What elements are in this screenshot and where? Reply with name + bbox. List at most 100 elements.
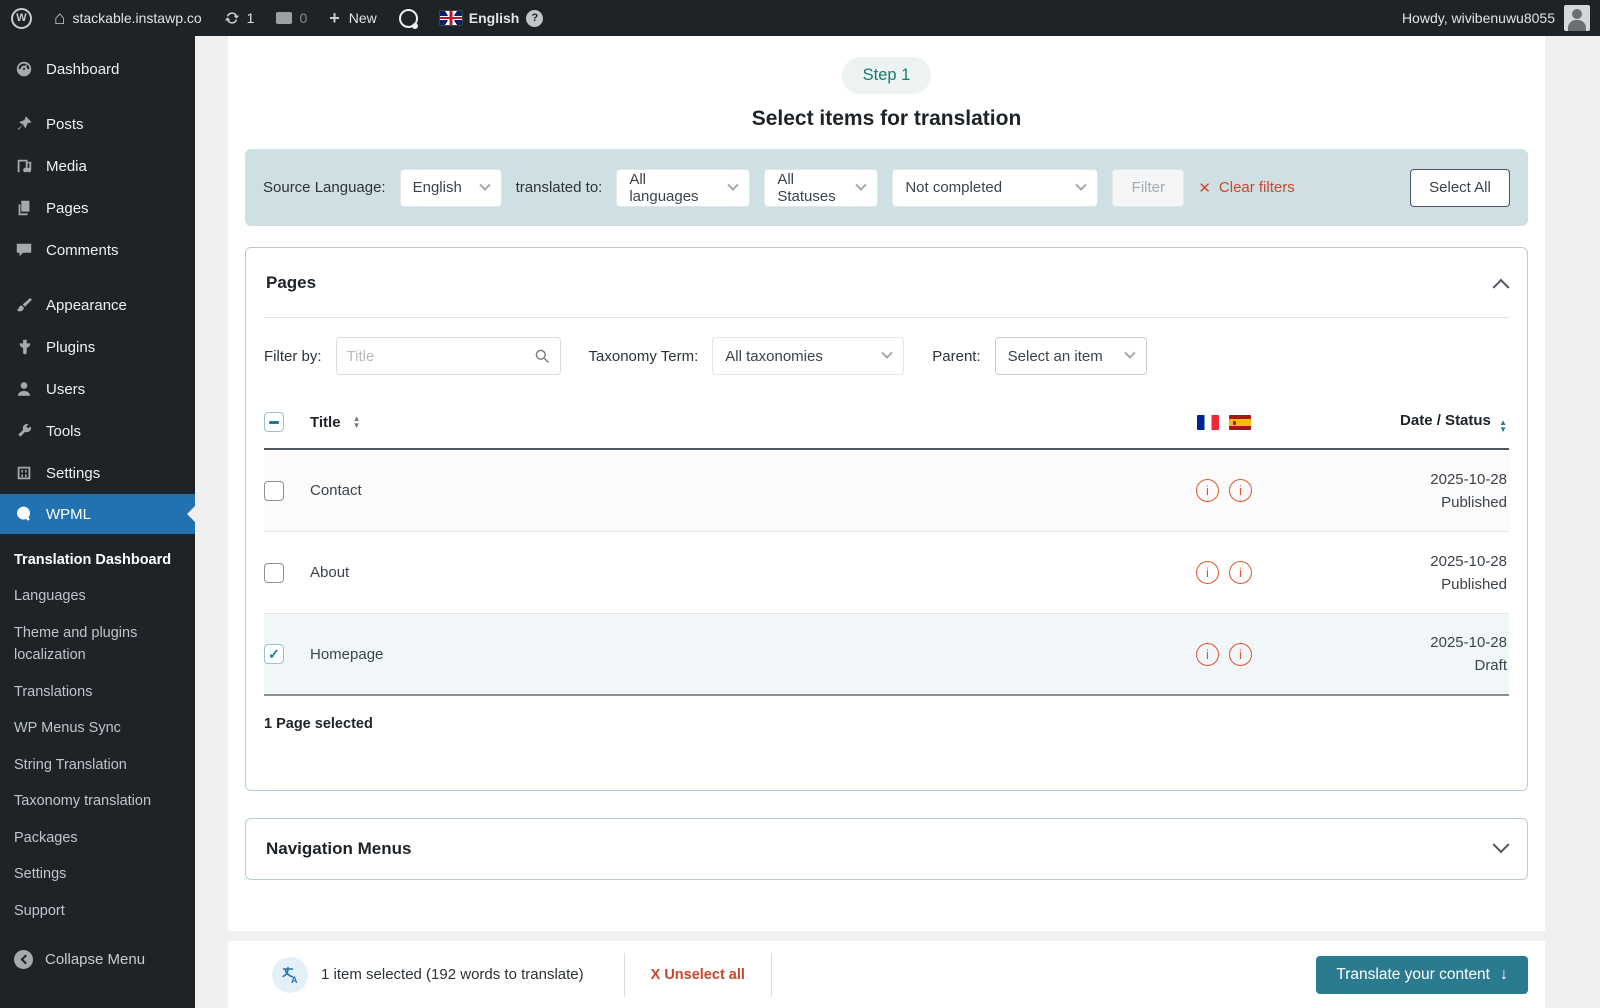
sidebar-item-pages[interactable]: Pages bbox=[0, 187, 195, 229]
pages-panel-title: Pages bbox=[266, 273, 316, 293]
status-cell: Published bbox=[1279, 494, 1507, 511]
sidebar-item-label: Media bbox=[46, 158, 87, 175]
status-cell: Draft bbox=[1279, 657, 1507, 674]
sidebar-item-wpml[interactable]: WPML bbox=[0, 494, 195, 534]
site-name-link[interactable]: ⌂ stackable.instawp.co bbox=[43, 0, 213, 36]
wp-logo-menu[interactable]: W bbox=[0, 0, 43, 36]
info-icon[interactable]: i bbox=[1229, 561, 1252, 584]
taxonomy-select[interactable]: All taxonomies bbox=[712, 337, 904, 375]
collapse-menu-button[interactable]: Collapse Menu bbox=[0, 939, 195, 980]
date-cell: 2025-10-28 bbox=[1279, 634, 1507, 651]
collapse-arrow-icon bbox=[14, 950, 33, 969]
sidebar-item-appearance[interactable]: Appearance bbox=[0, 284, 195, 326]
sidebar-item-media[interactable]: Media bbox=[0, 145, 195, 187]
row-checkbox[interactable] bbox=[264, 563, 284, 583]
sidebar-item-comments[interactable]: Comments bbox=[0, 229, 195, 271]
dashboard-icon bbox=[14, 59, 34, 79]
select-all-checkbox[interactable] bbox=[264, 412, 284, 432]
language-switcher[interactable]: English ? bbox=[429, 0, 555, 36]
submenu-translations[interactable]: Translations bbox=[0, 674, 195, 710]
row-checkbox[interactable] bbox=[264, 481, 284, 501]
chevron-down-icon bbox=[1076, 179, 1087, 190]
sidebar-item-users[interactable]: Users bbox=[0, 368, 195, 410]
submenu-settings[interactable]: Settings bbox=[0, 856, 195, 892]
clear-filters-link[interactable]: ✕ Clear filters bbox=[1198, 179, 1294, 197]
comments-link[interactable]: 0 bbox=[265, 0, 318, 36]
sidebar-item-settings[interactable]: Settings bbox=[0, 452, 195, 494]
info-icon[interactable]: i bbox=[1196, 643, 1219, 666]
translate-icon: A bbox=[272, 957, 308, 993]
chevron-down-icon bbox=[479, 179, 490, 190]
update-count: 1 bbox=[247, 10, 255, 26]
divider bbox=[624, 953, 625, 997]
collapse-menu-label: Collapse Menu bbox=[45, 951, 145, 968]
wrench-icon bbox=[14, 421, 34, 441]
row-checkbox[interactable]: ✓ bbox=[264, 644, 284, 664]
target-language-select[interactable]: All languages bbox=[616, 169, 750, 207]
submenu-theme-plugins-localization[interactable]: Theme and plugins localization bbox=[0, 615, 195, 674]
avatar[interactable] bbox=[1564, 5, 1590, 31]
translate-content-button[interactable]: Translate your content ↓ bbox=[1316, 956, 1528, 994]
filter-button[interactable]: Filter bbox=[1112, 169, 1184, 207]
navigation-menus-panel: Navigation Menus bbox=[245, 818, 1528, 880]
chevron-down-icon bbox=[856, 179, 867, 190]
submenu-packages[interactable]: Packages bbox=[0, 820, 195, 856]
submenu-taxonomy-translation[interactable]: Taxonomy translation bbox=[0, 783, 195, 819]
parent-select[interactable]: Select an item bbox=[995, 337, 1147, 375]
sidebar-item-posts[interactable]: Posts bbox=[0, 103, 195, 145]
submenu-string-translation[interactable]: String Translation bbox=[0, 747, 195, 783]
submenu-wp-menus-sync[interactable]: WP Menus Sync bbox=[0, 710, 195, 746]
sidebar-item-tools[interactable]: Tools bbox=[0, 410, 195, 452]
title-search-input[interactable] bbox=[347, 348, 526, 365]
page-title: Select items for translation bbox=[245, 107, 1528, 131]
info-icon[interactable]: i bbox=[1196, 479, 1219, 502]
parent-label: Parent: bbox=[932, 348, 980, 365]
sidebar-item-label: Appearance bbox=[46, 297, 127, 314]
admin-sidebar: Dashboard Posts Media Pages Comments App… bbox=[0, 36, 195, 1008]
pages-panel: Pages Filter by: Taxonomy Term: All taxo… bbox=[245, 247, 1528, 791]
collapse-panel-icon[interactable] bbox=[1493, 278, 1510, 295]
step-badge: Step 1 bbox=[842, 57, 932, 94]
update-icon bbox=[224, 10, 240, 26]
new-content-menu[interactable]: + New bbox=[318, 0, 388, 36]
svg-text:A: A bbox=[291, 975, 298, 985]
help-icon[interactable]: ? bbox=[526, 10, 543, 27]
info-icon[interactable]: i bbox=[1229, 643, 1252, 666]
status-select[interactable]: All Statuses bbox=[764, 169, 878, 207]
sidebar-item-label: Posts bbox=[46, 116, 84, 133]
arrow-down-icon: ↓ bbox=[1500, 966, 1508, 984]
sidebar-item-label: Users bbox=[46, 381, 85, 398]
info-icon[interactable]: i bbox=[1196, 561, 1219, 584]
new-label: New bbox=[349, 10, 377, 26]
submenu-languages[interactable]: Languages bbox=[0, 578, 195, 614]
source-language-select[interactable]: English bbox=[400, 169, 502, 207]
admin-bar: W ⌂ stackable.instawp.co 1 0 + New Engli… bbox=[0, 0, 1600, 36]
pages-icon bbox=[14, 198, 34, 218]
brush-icon bbox=[14, 295, 34, 315]
updates-link[interactable]: 1 bbox=[213, 0, 266, 36]
submenu-translation-dashboard[interactable]: Translation Dashboard bbox=[0, 542, 195, 578]
table-row: ✓ Homepage i i 2025-10-28 Draft bbox=[264, 614, 1509, 696]
info-icon[interactable]: i bbox=[1229, 479, 1252, 502]
completed-select[interactable]: Not completed bbox=[892, 169, 1098, 207]
selection-summary-text: 1 item selected (192 words to translate) bbox=[321, 966, 584, 983]
select-all-button[interactable]: Select All bbox=[1410, 169, 1510, 207]
unselect-all-link[interactable]: X Unselect all bbox=[651, 967, 745, 983]
sidebar-item-plugins[interactable]: Plugins bbox=[0, 326, 195, 368]
sidebar-item-label: Dashboard bbox=[46, 61, 119, 78]
sidebar-item-dashboard[interactable]: Dashboard bbox=[0, 48, 195, 90]
wpml-adminbar-menu[interactable] bbox=[388, 0, 429, 36]
submenu-support[interactable]: Support bbox=[0, 893, 195, 929]
sidebar-item-label: Pages bbox=[46, 200, 89, 217]
sort-title-control[interactable]: ▲▼ bbox=[353, 415, 361, 429]
sidebar-item-label: Plugins bbox=[46, 339, 95, 356]
title-column-header: Title bbox=[310, 414, 341, 431]
translation-filter-toolbar: Source Language: English translated to: … bbox=[245, 149, 1528, 226]
howdy-text[interactable]: Howdy, wivibenuwu8055 bbox=[1402, 10, 1555, 26]
expand-panel-icon[interactable] bbox=[1493, 836, 1510, 853]
settings-icon bbox=[14, 463, 34, 483]
sort-date-control[interactable]: ▲▼ bbox=[1499, 419, 1507, 433]
table-header-row: Title ▲▼ Date / Status ▲▼ bbox=[264, 396, 1509, 450]
wpml-icon bbox=[399, 9, 418, 28]
main-area: Step 1 Select items for translation Sour… bbox=[195, 36, 1600, 1008]
